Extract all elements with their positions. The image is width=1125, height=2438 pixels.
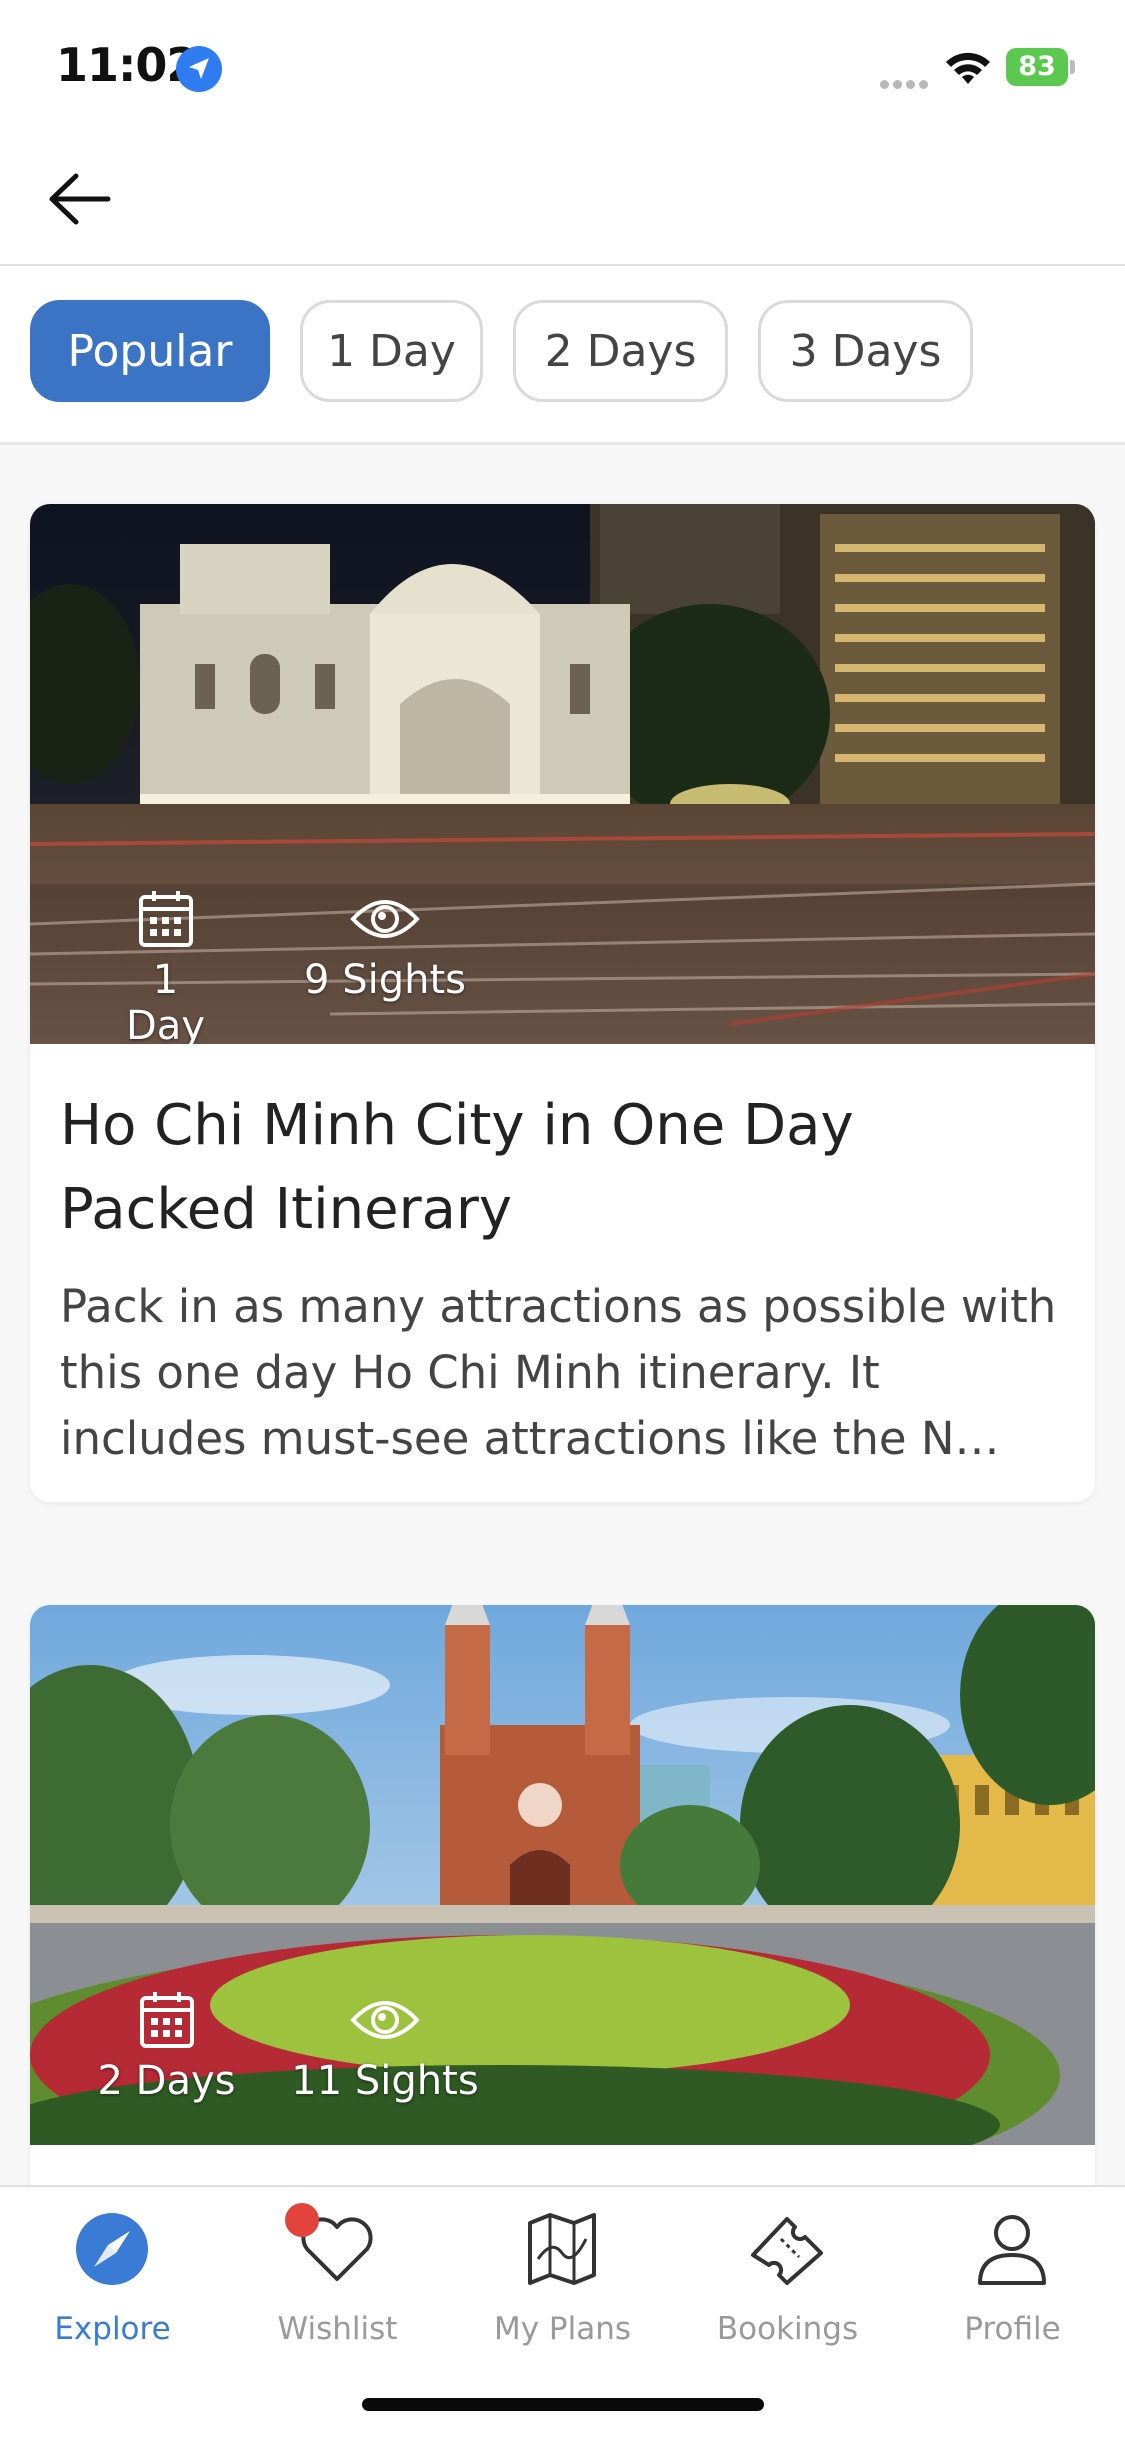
duration-stat: 2 Days xyxy=(94,1990,239,2104)
arrow-left-icon xyxy=(49,173,111,225)
wifi-icon xyxy=(944,48,992,90)
sights-label: 9 Sights xyxy=(304,957,466,1003)
tab-label: Profile xyxy=(964,2311,1061,2347)
eye-icon xyxy=(350,2001,420,2039)
itinerary-title: Ho Chi Minh City in One Day Packed Itine… xyxy=(60,1093,854,1242)
itinerary-card[interactable]: 1 Day 9 Sights Ho Chi Minh City in One D… xyxy=(30,504,1095,1502)
sights-stat: 11 Sights xyxy=(280,1990,490,2104)
map-icon xyxy=(528,2213,596,2285)
compass-icon xyxy=(76,2213,148,2285)
sights-stat: 9 Sights xyxy=(290,889,480,1003)
filter-chip-2-days[interactable]: 2 Days xyxy=(513,300,728,402)
tab-my-plans[interactable]: My Plans xyxy=(450,2203,675,2353)
person-icon xyxy=(978,2215,1046,2285)
tab-label: Explore xyxy=(54,2311,171,2347)
home-indicator[interactable] xyxy=(362,2398,764,2411)
itinerary-card[interactable]: 2 Days 11 Sights xyxy=(30,1605,1095,2185)
tab-bookings[interactable]: Bookings xyxy=(675,2203,900,2353)
duration-filter-bar: Popular 1 Day 2 Days 3 Days xyxy=(0,266,1125,445)
eye-icon xyxy=(350,900,420,938)
nav-header xyxy=(0,132,1125,266)
itinerary-feed[interactable]: 1 Day 9 Sights Ho Chi Minh City in One D… xyxy=(0,445,1125,2185)
status-bar: 11:02 83 xyxy=(0,0,1125,132)
tab-profile[interactable]: Profile xyxy=(900,2203,1125,2353)
sights-label: 11 Sights xyxy=(291,2058,479,2104)
notification-badge xyxy=(285,2203,319,2237)
battery-level: 83 xyxy=(1006,48,1068,86)
tab-label: My Plans xyxy=(493,2311,632,2347)
itinerary-image: 2 Days 11 Sights xyxy=(30,1605,1095,2145)
battery-charging-icon: 83 xyxy=(1006,48,1075,88)
tab-label: Wishlist xyxy=(277,2311,398,2347)
itinerary-description: Pack in as many attractions as possible … xyxy=(60,1280,1057,1465)
back-button[interactable] xyxy=(40,164,120,234)
location-arrow-icon xyxy=(176,46,222,92)
tab-label: Bookings xyxy=(716,2311,859,2347)
calendar-icon xyxy=(139,1992,194,2048)
itinerary-image: 1 Day 9 Sights xyxy=(30,504,1095,1044)
duration-label: 1 Day xyxy=(126,957,205,1044)
filter-chip-3-days[interactable]: 3 Days xyxy=(758,300,973,402)
duration-stat: 1 Day xyxy=(108,889,223,1044)
calendar-icon xyxy=(138,891,193,947)
filter-chip-1-day[interactable]: 1 Day xyxy=(300,300,483,402)
tab-explore[interactable]: Explore xyxy=(0,2203,225,2353)
ticket-icon xyxy=(751,2217,823,2285)
tab-wishlist[interactable]: Wishlist xyxy=(225,2203,450,2353)
filter-chip-popular[interactable]: Popular xyxy=(30,300,270,402)
cellular-dots-icon xyxy=(880,74,932,93)
duration-label: 2 Days xyxy=(97,2058,236,2104)
